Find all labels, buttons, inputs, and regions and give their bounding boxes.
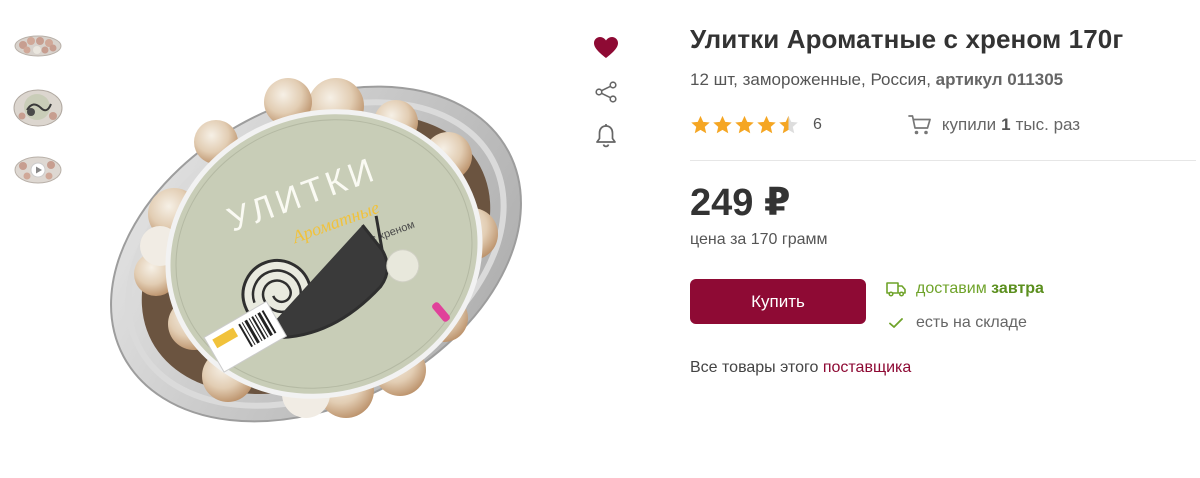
thumbnail-3[interactable] [12,148,64,192]
bought-amount: 1 [1001,115,1011,134]
notify-button[interactable] [588,118,624,154]
buy-row: Купить доставим завтра есть на складе [690,279,1196,347]
product-details: 12 шт, замороженные, Россия, [690,70,931,89]
product-subtitle: 12 шт, замороженные, Россия, артикул 011… [690,68,1196,92]
delivery-prefix: доставим [916,280,987,297]
price-per-unit: цена за 170 грамм [690,231,828,248]
star-icon [757,115,776,134]
thumbnail-list [12,24,66,210]
bought-suffix: тыс. раз [1015,115,1081,134]
rating-row: 6 купили 1 тыс. раз [690,112,1196,138]
cart-icon [908,115,931,135]
supplier-link[interactable]: поставщика [823,359,911,376]
rating-count[interactable]: 6 [813,116,822,134]
share-button[interactable] [588,74,624,110]
delivery-date: доставим завтра [886,279,1044,299]
favorite-button[interactable] [588,30,624,66]
video-thumbnail-icon [14,156,62,184]
product-article: артикул 011305 [935,70,1064,89]
star-icon [713,115,732,134]
delivery-info: доставим завтра есть на складе [886,279,1044,347]
stock-text: есть на складе [916,314,1027,331]
price: 249 ₽ [690,182,791,224]
snail-illustration-icon: УЛИТКИ Ароматные с хреном [110,78,522,423]
product-actions [588,30,628,162]
check-icon [889,318,903,328]
divider [690,160,1196,161]
thumbnail-2[interactable] [12,86,64,130]
star-icon [691,115,710,134]
product-thumbnail-icon [14,35,62,57]
product-info: Улитки Ароматные с хреном 170г 12 шт, за… [690,22,1196,377]
rating-stars[interactable] [690,115,799,135]
truck-icon [886,282,906,297]
supplier-line: Все товары этого поставщика [690,359,1196,377]
heart-icon [594,37,618,58]
thumbnail-1[interactable] [12,24,64,68]
product-thumbnail-icon [13,89,63,127]
star-icon [735,115,754,134]
bell-icon [596,124,616,148]
half-star-icon [779,115,798,134]
delivery-text: доставим завтра [916,280,1044,298]
stock-status: есть на складе [886,313,1044,333]
delivery-when: завтра [991,280,1044,297]
bought-counter: купили 1 тыс. раз [908,114,1080,136]
buy-button[interactable]: Купить [690,279,866,324]
supplier-text: Все товары этого [690,359,819,376]
product-title: Улитки Ароматные с хреном 170г [690,24,1124,54]
share-icon [595,81,617,103]
bought-prefix: купили [941,115,997,134]
product-image[interactable]: УЛИТКИ Ароматные с хреном [96,64,536,444]
